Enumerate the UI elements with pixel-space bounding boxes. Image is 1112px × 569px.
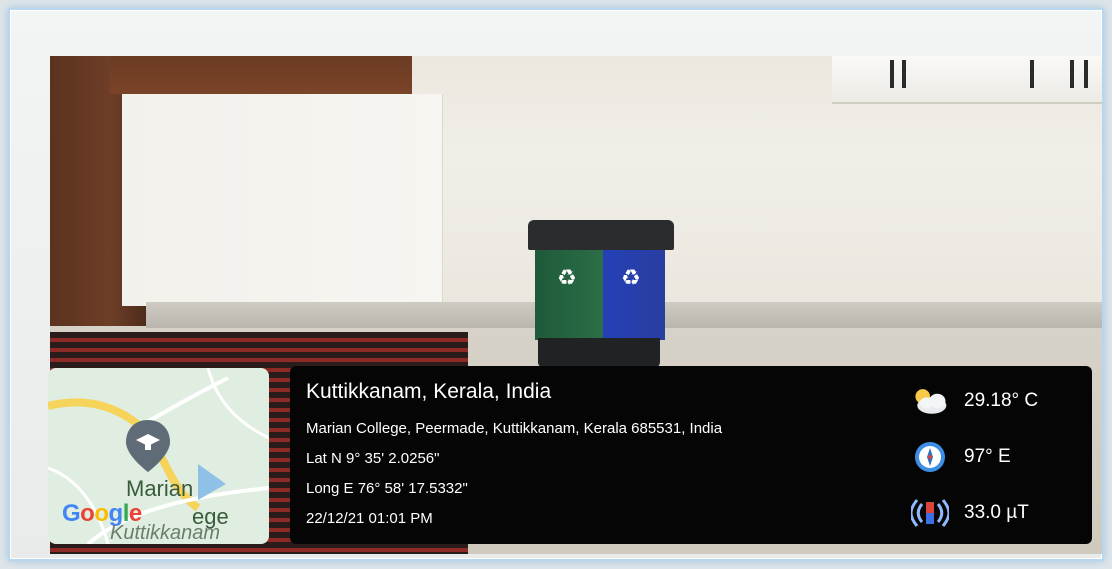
magnetic-metric: 33.0 µT <box>910 496 1029 530</box>
temperature-value: 29.18° C <box>964 390 1039 411</box>
direction-value: 97° E <box>964 446 1011 467</box>
wooden-beam <box>110 56 412 94</box>
location-place: Kuttikkanam, Kerala, India <box>306 380 552 403</box>
bin-pedal-base <box>538 338 660 368</box>
map-label-marian: Marian <box>126 476 194 501</box>
window-bar <box>1030 60 1034 88</box>
geotag-info-panel: Kuttikkanam, Kerala, India Marian Colleg… <box>290 366 1092 544</box>
direction-metric: 97° E <box>910 440 1011 474</box>
recycle-icon: ♻ <box>557 266 577 291</box>
white-pillar <box>122 94 443 306</box>
location-address: Marian College, Peermade, Kuttikkanam, K… <box>306 420 723 437</box>
datetime: 22/12/21 01:01 PM <box>306 510 433 527</box>
compass-icon <box>910 440 950 474</box>
recycle-icon: ♻ <box>621 266 641 291</box>
bin-lid <box>528 220 674 250</box>
recycle-bin-blue: ♻ <box>603 248 665 340</box>
window-bar <box>902 60 906 88</box>
window-bar <box>1070 60 1074 88</box>
window-bar <box>1084 60 1088 88</box>
longitude: Long E 76° 58' 17.5332" <box>306 480 468 497</box>
recycle-bin-green: ♻ <box>535 248 603 340</box>
magnetic-field-icon <box>910 496 950 530</box>
latitude: Lat N 9° 35' 2.0256" <box>306 450 440 467</box>
window <box>832 56 1102 104</box>
map-thumbnail[interactable]: Marian Google ege Kuttikkanam <box>48 368 269 544</box>
partly-cloudy-icon <box>910 384 950 418</box>
map-label-kuttikkanam: Kuttikkanam <box>110 522 221 544</box>
window-bar <box>890 60 894 88</box>
magnetic-value: 33.0 µT <box>964 502 1029 523</box>
temperature-metric: 29.18° C <box>910 384 1038 418</box>
photo-frame: ♻ ♻ Marian Google ege Kuttikkanam Kuttik… <box>8 8 1104 561</box>
